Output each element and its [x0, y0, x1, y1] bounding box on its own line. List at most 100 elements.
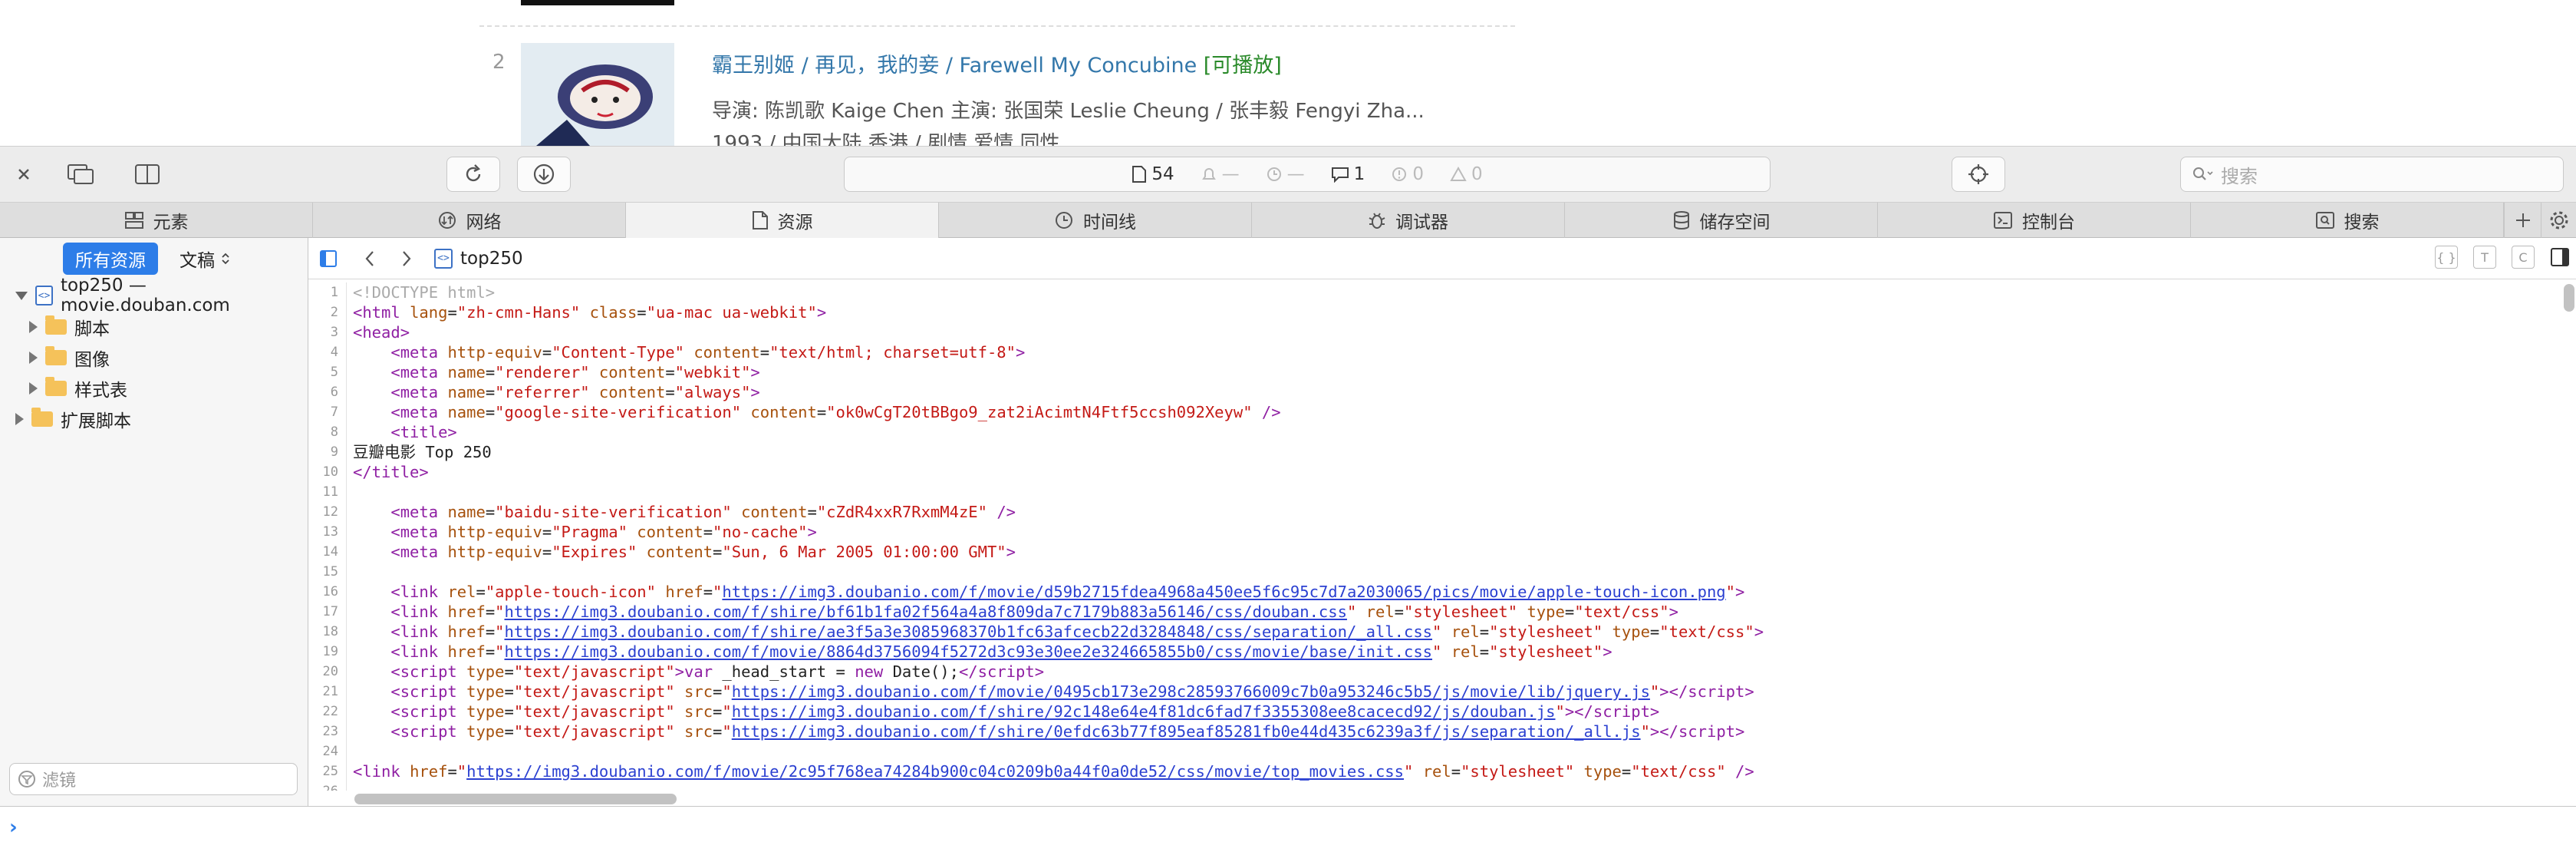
- disclosure-closed-icon[interactable]: [29, 321, 38, 333]
- html-document-icon: <>: [434, 248, 453, 269]
- storage-icon: [1672, 210, 1691, 230]
- movie-poster[interactable]: [521, 43, 674, 146]
- line-number: 15: [308, 562, 347, 582]
- braces-icon: { }: [2436, 249, 2456, 265]
- tab-timeline[interactable]: 时间线: [939, 203, 1252, 238]
- all-resources-filter[interactable]: 所有资源: [63, 243, 158, 275]
- back-button[interactable]: [364, 249, 376, 268]
- load-time-value: —: [1221, 164, 1240, 184]
- sidebar-item-top250[interactable]: <> top250 — movie.douban.com: [0, 276, 308, 315]
- movie-alt-titles[interactable]: / 再见，我的妾 / Farewell My Concubine: [795, 54, 1204, 78]
- disclosure-closed-icon[interactable]: [15, 413, 24, 425]
- line-number: 11: [308, 482, 347, 502]
- line-number: 9: [308, 442, 347, 462]
- elements-icon: [124, 211, 144, 230]
- content-view-options: { } T C: [2435, 246, 2570, 269]
- movie-crew: 导演: 陈凯歌 Kaige Chen 主演: 张国荣 Leslie Cheung…: [712, 100, 1425, 123]
- code-line: 7 <meta name="google-site-verification" …: [308, 402, 2556, 422]
- inspector-toolbar: 54 — — 1 0 0 搜索: [0, 146, 2576, 203]
- horizontal-scrollbar[interactable]: [354, 794, 677, 804]
- console-prompt-icon: ›: [9, 816, 18, 839]
- disclosure-closed-icon[interactable]: [29, 382, 38, 395]
- toggle-sidebar-button[interactable]: [319, 249, 338, 268]
- code-line: 4 <meta http-equiv="Content-Type" conten…: [308, 342, 2556, 362]
- dock-side-button[interactable]: [126, 157, 169, 192]
- warning-count[interactable]: 0: [1450, 164, 1483, 184]
- path-component[interactable]: <> top250: [434, 248, 523, 269]
- sidebar-item-scripts[interactable]: 脚本: [0, 312, 308, 342]
- activity-dashboard[interactable]: 54 — — 1 0 0: [844, 157, 1771, 192]
- tab-console[interactable]: 控制台: [1878, 203, 2191, 238]
- bell-icon: [1201, 166, 1217, 183]
- download-button[interactable]: [517, 157, 571, 192]
- tab-debugger-label: 调试器: [1395, 213, 1448, 233]
- sidebar-filter-input[interactable]: 滤镜: [9, 763, 298, 795]
- code-line: 6 <meta name="referrer" content="always"…: [308, 382, 2556, 402]
- quick-console[interactable]: ›: [0, 806, 2576, 852]
- vertical-scrollbar[interactable]: [2564, 284, 2574, 312]
- undock-button[interactable]: [58, 157, 103, 192]
- log-count[interactable]: 1: [1331, 164, 1365, 184]
- resource-type-select[interactable]: 文稿: [180, 246, 230, 272]
- code-line: 11: [308, 482, 2556, 502]
- network-icon: [437, 210, 457, 230]
- line-number: 26: [308, 781, 347, 791]
- pretty-print-button[interactable]: { }: [2435, 246, 2458, 269]
- line-number: 12: [308, 502, 347, 522]
- type-view-button[interactable]: C: [2512, 246, 2535, 269]
- element-picker-button[interactable]: [1952, 157, 2005, 192]
- text-view-button[interactable]: T: [2473, 246, 2496, 269]
- playable-badge[interactable]: [可播放]: [1204, 54, 1282, 78]
- tab-resources[interactable]: 资源: [626, 203, 939, 238]
- sidebar-item-extension-scripts[interactable]: 扩展脚本: [0, 404, 308, 434]
- reload-icon: [463, 163, 484, 185]
- tab-network-label: 网络: [466, 213, 502, 233]
- toggle-details-sidebar-button[interactable]: [2550, 247, 2570, 267]
- movie-title-line[interactable]: 霸王别姬 / 再见，我的妾 / Farewell My Concubine [可…: [712, 48, 1282, 78]
- settings-button[interactable]: [2541, 203, 2576, 238]
- chevron-right-icon: [400, 249, 413, 268]
- code-line: 13 <meta http-equiv="Pragma" content="no…: [308, 522, 2556, 542]
- folder-icon: [45, 377, 67, 396]
- gear-icon: [2548, 210, 2570, 231]
- message-icon: [1331, 166, 1349, 183]
- tab-elements[interactable]: 元素: [0, 203, 313, 238]
- toolbar-search-input[interactable]: 搜索: [2180, 157, 2564, 192]
- error-count[interactable]: 0: [1391, 164, 1424, 184]
- tab-search[interactable]: 搜索: [2191, 203, 2504, 238]
- sidebar-item-label: 样式表: [74, 381, 127, 401]
- close-inspector-button[interactable]: [11, 157, 37, 192]
- resource-count[interactable]: 54: [1132, 164, 1174, 184]
- code-line: 14 <meta http-equiv="Expires" content="S…: [308, 542, 2556, 562]
- timeline-icon: [1054, 210, 1074, 230]
- tab-storage[interactable]: 储存空间: [1565, 203, 1878, 238]
- tab-console-label: 控制台: [2022, 213, 2075, 233]
- movie-title[interactable]: 霸王别姬: [712, 54, 795, 78]
- disclosure-open-icon[interactable]: [15, 291, 28, 300]
- tab-network[interactable]: 网络: [313, 203, 626, 238]
- load-time[interactable]: —: [1201, 164, 1240, 184]
- source-code-view[interactable]: 1 <!DOCTYPE html> 2 <html lang="zh-cmn-Han…: [308, 282, 2556, 791]
- duration[interactable]: —: [1266, 164, 1305, 184]
- folder-icon: [31, 408, 53, 427]
- tab-debugger[interactable]: 调试器: [1252, 203, 1565, 238]
- line-number: 5: [308, 362, 347, 382]
- line-number: 2: [308, 302, 347, 322]
- disclosure-closed-icon[interactable]: [29, 352, 38, 364]
- clock-icon: [1266, 166, 1283, 183]
- reload-button[interactable]: [446, 157, 500, 192]
- line-number: 20: [308, 662, 347, 682]
- close-icon: [15, 166, 32, 183]
- line-number: 4: [308, 342, 347, 362]
- crosshair-icon: [1967, 163, 1990, 186]
- add-tab-button[interactable]: [2504, 203, 2541, 238]
- line-number: 8: [308, 422, 347, 442]
- code-line: 10 </title>: [308, 462, 2556, 482]
- download-icon: [532, 163, 555, 186]
- sidebar-item-images[interactable]: 图像: [0, 342, 308, 373]
- updown-chevron-icon: [221, 251, 230, 266]
- code-line: 1 <!DOCTYPE html>: [308, 282, 2556, 302]
- forward-button[interactable]: [400, 249, 413, 268]
- sidebar-item-stylesheets[interactable]: 样式表: [0, 373, 308, 404]
- line-number: 19: [308, 642, 347, 662]
